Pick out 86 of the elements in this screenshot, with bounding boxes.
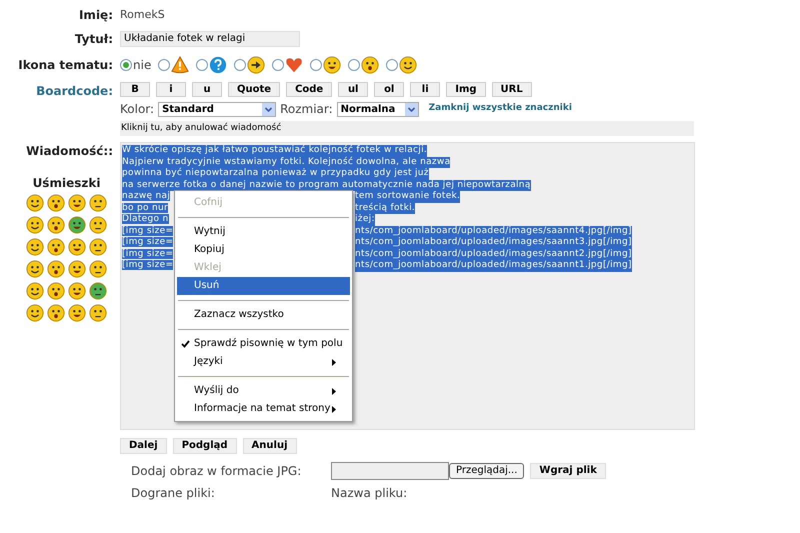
- smiley-icon[interactable]: [89, 216, 107, 234]
- smiley-icon[interactable]: [47, 282, 65, 300]
- field-label: Boardcode:: [36, 83, 113, 100]
- smiley-icon[interactable]: [89, 282, 107, 300]
- title-field[interactable]: Układanie fotek w relagi: [120, 31, 300, 47]
- cancel-hint[interactable]: Kliknij tu, aby anulować wiadomość: [120, 121, 694, 136]
- menu-item[interactable]: Języki: [177, 353, 350, 371]
- warning-icon: [171, 56, 190, 74]
- form-button[interactable]: Dalej: [120, 438, 167, 454]
- smiley-icon[interactable]: [89, 238, 107, 256]
- smiley-icon[interactable]: [26, 194, 44, 212]
- format-button[interactable]: Code: [286, 82, 332, 97]
- form-button[interactable]: Anuluj: [242, 438, 296, 454]
- uploaded-files-label: Dograne pliki:: [131, 485, 216, 502]
- smiley-icon[interactable]: [89, 260, 107, 278]
- size-select[interactable]: Normalna: [336, 102, 419, 116]
- format-button[interactable]: ol: [374, 82, 404, 97]
- option-label: nie: [133, 57, 152, 74]
- format-button[interactable]: li: [410, 82, 440, 97]
- heart-icon: [285, 56, 304, 74]
- smiley-icon[interactable]: [89, 304, 107, 322]
- menu-item[interactable]: Wyślij do: [177, 382, 350, 400]
- browse-button[interactable]: Przeglądaj...: [449, 463, 524, 479]
- menu-item[interactable]: Informacje na temat strony: [177, 400, 350, 418]
- smiley-icon[interactable]: [47, 194, 65, 212]
- field-label: Ikona tematu:: [18, 57, 113, 74]
- radio-button[interactable]: [120, 59, 132, 71]
- name-value: RomekS: [120, 6, 166, 23]
- format-button[interactable]: Quote: [228, 82, 280, 97]
- radio-button[interactable]: [348, 59, 360, 71]
- radio-button[interactable]: [272, 59, 284, 71]
- menu-item[interactable]: Wytnij: [177, 223, 350, 241]
- radio-button[interactable]: [196, 59, 208, 71]
- menu-item[interactable]: Kopiuj: [177, 241, 350, 259]
- menu-item[interactable]: Zaznacz wszystko: [177, 306, 350, 324]
- smiley-icon[interactable]: [68, 304, 86, 322]
- smiley-icon[interactable]: [68, 194, 86, 212]
- surprised-face-icon[interactable]: [361, 56, 380, 74]
- field-label: Tytuł:: [74, 31, 113, 48]
- upload-button[interactable]: Wgraj plik: [530, 463, 606, 479]
- menu-item[interactable]: Usuń: [177, 277, 350, 295]
- file-name-label: Nazwa pliku:: [331, 485, 408, 502]
- smiley-icon[interactable]: [68, 216, 86, 234]
- smiley-icon[interactable]: [26, 260, 44, 278]
- smiley-icon[interactable]: [26, 238, 44, 256]
- smiley-icon[interactable]: [68, 282, 86, 300]
- form-button[interactable]: Podgląd: [172, 438, 237, 454]
- format-button[interactable]: i: [156, 82, 186, 97]
- color-label: Kolor:: [120, 101, 154, 118]
- size-label: Rozmiar:: [280, 101, 333, 118]
- smiley-icon[interactable]: [89, 194, 107, 212]
- format-button[interactable]: URL: [492, 82, 532, 97]
- smiley-icon[interactable]: [47, 304, 65, 322]
- format-button[interactable]: ul: [338, 82, 368, 97]
- smiley-icon[interactable]: [68, 238, 86, 256]
- file-path-field[interactable]: [331, 462, 449, 480]
- menu-item[interactable]: Sprawdź pisownię w tym polu: [177, 335, 350, 353]
- radio-button[interactable]: [386, 59, 398, 71]
- color-select[interactable]: Standard: [158, 102, 276, 116]
- radio-button[interactable]: [234, 59, 246, 71]
- field-label: Imię:: [78, 7, 113, 24]
- smiley-icon[interactable]: [47, 216, 65, 234]
- smiley-icon[interactable]: [47, 238, 65, 256]
- radio-button[interactable]: [310, 59, 322, 71]
- format-button[interactable]: B: [120, 82, 150, 97]
- question-icon: [209, 56, 228, 74]
- smiley-icon[interactable]: [26, 304, 44, 322]
- checkmark-icon: [181, 340, 190, 348]
- dropdown-icon: [404, 102, 418, 116]
- smiley-icon[interactable]: [68, 260, 86, 278]
- dropdown-icon: [262, 102, 276, 116]
- field-label: Wiadomość::: [26, 143, 113, 160]
- smileys-title: Uśmieszki: [32, 175, 100, 192]
- submenu-arrow-icon: [332, 358, 336, 366]
- smiley-icon[interactable]: [26, 216, 44, 234]
- smiley-icon[interactable]: [47, 260, 65, 278]
- smiley-icon[interactable]: [399, 56, 418, 74]
- upload-label: Dodaj obraz w formacie JPG:: [131, 463, 302, 480]
- format-button[interactable]: Img: [446, 82, 486, 97]
- submenu-arrow-icon: [332, 388, 336, 394]
- close-tags-link[interactable]: Zamknij wszystkie znaczniki: [428, 102, 572, 116]
- smiley-icon[interactable]: [26, 282, 44, 300]
- laughing-face-icon[interactable]: [323, 56, 342, 74]
- submenu-arrow-icon: [332, 406, 336, 412]
- format-button[interactable]: u: [192, 82, 222, 97]
- radio-button[interactable]: [158, 59, 170, 71]
